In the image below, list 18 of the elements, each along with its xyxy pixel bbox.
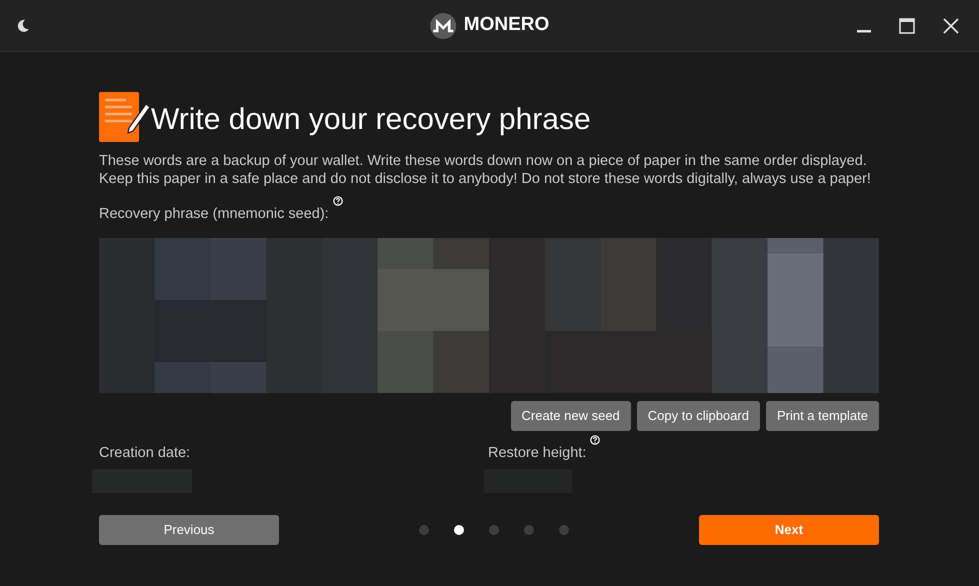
page-heading: Write down your recovery phrase: [151, 105, 591, 135]
moon-icon[interactable]: [16, 18, 30, 32]
previous-button[interactable]: Previous: [99, 514, 279, 544]
notepad-pencil-icon: [99, 92, 151, 144]
seed-action-button[interactable]: Create new seed: [510, 400, 631, 431]
help-icon[interactable]: [332, 196, 343, 206]
next-button[interactable]: Next: [699, 514, 879, 544]
seed-action-button[interactable]: Copy to clipboard: [636, 400, 760, 431]
maximize-icon[interactable]: [899, 18, 915, 34]
description: These words are a backup of your wallet. Write these words down now on a piece of paper in the same order displayed. Keep this paper in a safe place and do not disclose it to anybody! Do not store these words digitally, always use a paper!: [99, 152, 872, 188]
restore-height-label: Restore height:: [488, 444, 586, 463]
seed-action-button[interactable]: Print a template: [766, 400, 879, 431]
seed-label: Recovery phrase (mnemonic seed):: [99, 205, 329, 224]
close-icon[interactable]: [943, 18, 959, 34]
logo-icon: [430, 12, 456, 38]
creation-date-label: Creation date:: [99, 444, 192, 463]
help-icon[interactable]: [590, 434, 600, 445]
window-title: MONERO: [464, 13, 550, 38]
